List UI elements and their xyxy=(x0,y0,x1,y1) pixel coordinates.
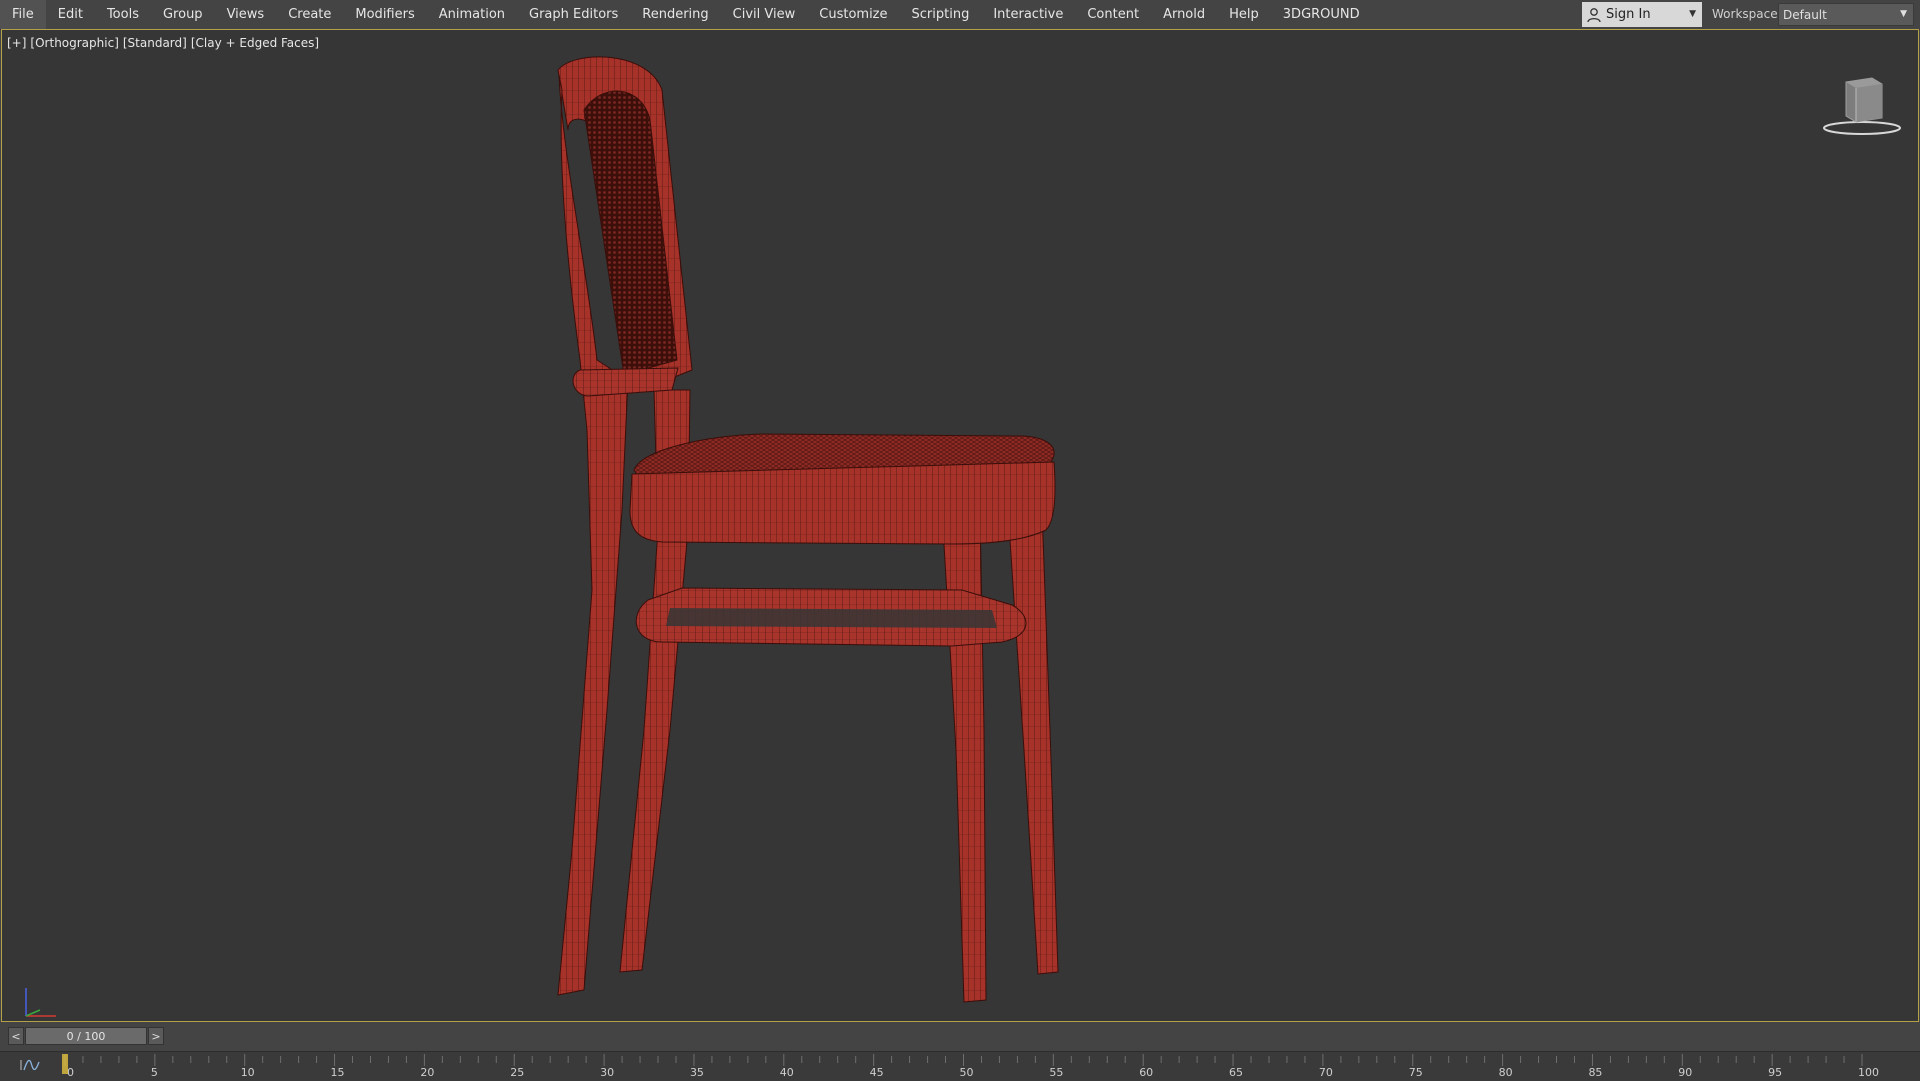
menu-edit[interactable]: Edit xyxy=(46,0,95,29)
trackbar-tick-label: 25 xyxy=(510,1066,524,1079)
trackbar-tick-label: 65 xyxy=(1229,1066,1243,1079)
trackbar-tick-label: 45 xyxy=(870,1066,884,1079)
trackbar-tick-label: 70 xyxy=(1319,1066,1333,1079)
user-icon xyxy=(1587,7,1601,22)
main-menu: File Edit Tools Group Views Create Modifiers An… xyxy=(0,0,1372,29)
menu-create[interactable]: Create xyxy=(276,0,343,29)
time-slider[interactable]: 0 / 100 xyxy=(25,1027,147,1045)
menu-tools[interactable]: Tools xyxy=(95,0,151,29)
menu-rendering[interactable]: Rendering xyxy=(630,0,720,29)
sign-in-label: Sign In xyxy=(1606,7,1651,22)
track-bar[interactable]: 0 5 10 15 20 25 30 35 40 45 50 55 60 65 70 75 80 85 90 95 10… xyxy=(0,1051,1920,1081)
trackbar-ruler[interactable]: 0 5 10 15 20 25 30 35 40 45 50 55 60 65 70 75 80 85 90 95 10… xyxy=(0,1052,1920,1081)
menu-interactive[interactable]: Interactive xyxy=(981,0,1075,29)
menu-scripting[interactable]: Scripting xyxy=(900,0,982,29)
viewport-menu-plus[interactable]: [+] xyxy=(7,36,26,50)
trackbar-tick-label: 90 xyxy=(1678,1066,1692,1079)
prev-frame-button[interactable]: < xyxy=(8,1027,24,1045)
trackbar-tick-label: 60 xyxy=(1139,1066,1153,1079)
menu-arnold[interactable]: Arnold xyxy=(1151,0,1217,29)
trackbar-tick-label: 10 xyxy=(241,1066,255,1079)
trackbar-tick-label: 35 xyxy=(690,1066,704,1079)
menu-bar: File Edit Tools Group Views Create Modifiers An… xyxy=(0,0,1920,30)
time-slider-bar: < 0 / 100 > xyxy=(0,1023,1920,1051)
trackbar-tick-label: 0 xyxy=(67,1066,74,1079)
menu-customize[interactable]: Customize xyxy=(807,0,899,29)
menu-content[interactable]: Content xyxy=(1075,0,1151,29)
menu-group[interactable]: Group xyxy=(151,0,215,29)
viewport-label[interactable]: [+] [Orthographic] [Standard] [Clay + Edged… xyxy=(7,36,323,50)
trackbar-tick-label: 15 xyxy=(331,1066,345,1079)
trackbar-tick-label: 55 xyxy=(1049,1066,1063,1079)
current-frame-marker[interactable] xyxy=(62,1054,68,1074)
viewport-render-mode[interactable]: [Standard] xyxy=(123,36,187,50)
chevron-down-icon: ▼ xyxy=(1900,9,1907,19)
trackbar-tick-label: 80 xyxy=(1499,1066,1513,1079)
trackbar-tick-label: 75 xyxy=(1409,1066,1423,1079)
trackbar-tick-label: 85 xyxy=(1588,1066,1602,1079)
trackbar-tick-label: 5 xyxy=(151,1066,158,1079)
workspace-selected-value: Default xyxy=(1783,7,1827,22)
chevron-down-icon: ▼ xyxy=(1689,9,1696,19)
trackbar-tick-label: 100 xyxy=(1858,1066,1879,1079)
menu-civil-view[interactable]: Civil View xyxy=(721,0,808,29)
menu-help[interactable]: Help xyxy=(1217,0,1271,29)
trackbar-tick-label: 95 xyxy=(1768,1066,1782,1079)
trackbar-tick-label: 30 xyxy=(600,1066,614,1079)
viewport-shading-mode[interactable]: [Clay + Edged Faces] xyxy=(191,36,319,50)
viewport-view-mode[interactable]: [Orthographic] xyxy=(30,36,118,50)
chair-model[interactable] xyxy=(557,56,1059,1003)
view-cube-icon[interactable] xyxy=(1820,70,1904,140)
menu-views[interactable]: Views xyxy=(215,0,277,29)
trackbar-tick-label: 40 xyxy=(780,1066,794,1079)
axis-tripod-icon xyxy=(25,988,56,1017)
workspace-dropdown[interactable]: Default ▼ xyxy=(1778,3,1914,26)
menu-graph-editors[interactable]: Graph Editors xyxy=(517,0,630,29)
next-frame-button[interactable]: > xyxy=(148,1027,164,1045)
scene-canvas[interactable] xyxy=(2,30,1918,1021)
workspaces-label: Workspaces: xyxy=(1712,7,1788,21)
menu-modifiers[interactable]: Modifiers xyxy=(343,0,426,29)
perspective-viewport[interactable]: [+] [Orthographic] [Standard] [Clay + Edged… xyxy=(1,29,1919,1022)
menu-3dground[interactable]: 3DGROUND xyxy=(1271,0,1372,29)
menu-file[interactable]: File xyxy=(0,0,46,29)
trackbar-tick-label: 50 xyxy=(960,1066,974,1079)
sign-in-button[interactable]: Sign In ▼ xyxy=(1582,2,1702,27)
trackbar-tick-label: 20 xyxy=(420,1066,434,1079)
menu-animation[interactable]: Animation xyxy=(427,0,517,29)
